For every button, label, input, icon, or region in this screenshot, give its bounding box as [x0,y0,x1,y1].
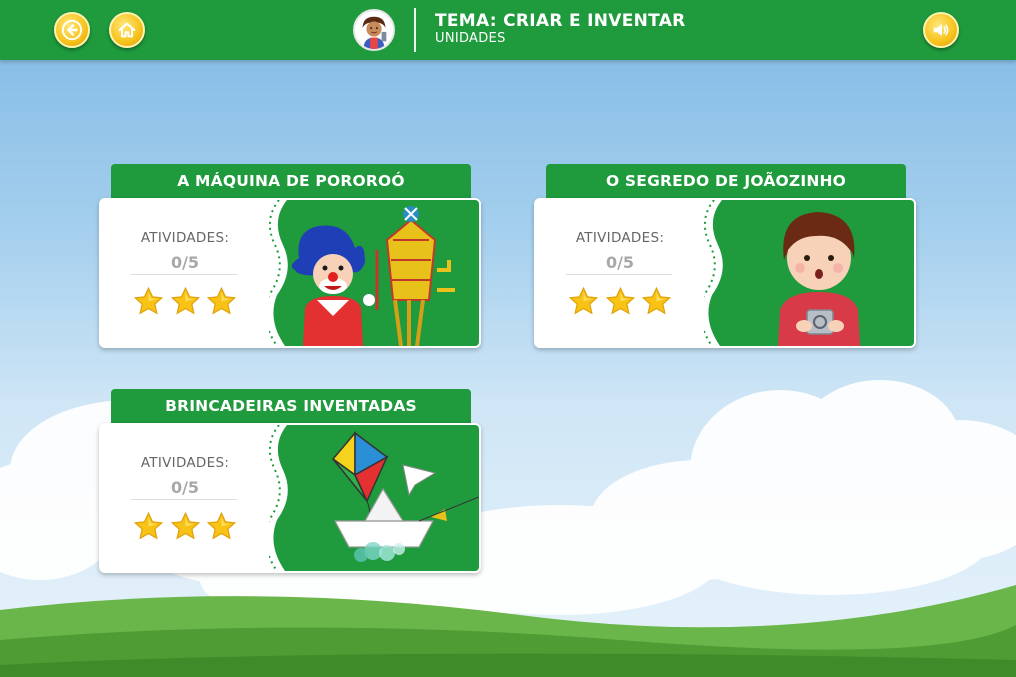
activities-label: ATIVIDADES: [140,455,230,471]
star-icon [170,511,200,540]
back-button[interactable] [54,12,90,48]
star-rating [568,286,672,318]
unit-card-maquina[interactable]: A MÁQUINA DE POROROÓ ATIVIDADES: 0/5 [99,164,481,350]
star-rating [133,511,237,543]
star-icon [170,286,200,315]
boy-safe-illustration [704,200,914,346]
section-subtitle: UNIDADES [435,31,506,46]
star-icon [206,286,237,315]
speaker-icon [933,24,949,36]
star-icon [133,286,164,315]
unit-title: BRINCADEIRAS INVENTADAS [111,389,471,423]
back-arrow-icon [61,19,83,41]
unit-card-body: ATIVIDADES: 0/5 [99,423,481,573]
star-icon [641,286,672,315]
kite-boat-illustration [269,425,479,571]
header-divider [414,8,416,52]
activities-label: ATIVIDADES: [575,230,665,246]
star-icon [206,511,237,540]
unit-title: O SEGREDO DE JOÃOZINHO [546,164,906,198]
star-icon [133,511,164,540]
info-divider [131,499,237,500]
top-bar: TEMA: CRIAR E INVENTAR UNIDADES [0,0,1016,60]
activities-count: 0/5 [170,478,200,497]
sound-button[interactable] [923,12,959,48]
unit-card-segredo[interactable]: O SEGREDO DE JOÃOZINHO ATIVIDADES: 0/5 [534,164,916,350]
info-divider [566,274,672,275]
star-rating [133,286,237,318]
theme-avatar [353,9,395,51]
star-icon [605,286,635,315]
home-icon [118,22,136,38]
star-icon [568,286,599,315]
activities-count: 0/5 [605,253,635,272]
unit-info: ATIVIDADES: 0/5 [536,200,711,346]
unit-card-body: ATIVIDADES: 0/5 [534,198,916,348]
unit-info: ATIVIDADES: 0/5 [101,200,276,346]
unit-info: ATIVIDADES: 0/5 [101,425,276,571]
info-divider [131,274,237,275]
unit-card-body: ATIVIDADES: 0/5 [99,198,481,348]
home-button[interactable] [109,12,145,48]
unit-title: A MÁQUINA DE POROROÓ [111,164,471,198]
activities-label: ATIVIDADES: [140,230,230,246]
theme-title: TEMA: CRIAR E INVENTAR [435,11,686,31]
unit-card-brincadeiras[interactable]: BRINCADEIRAS INVENTADAS ATIVIDADES: 0/5 [99,389,481,575]
clown-machine-illustration [269,200,479,346]
activities-count: 0/5 [170,253,200,272]
